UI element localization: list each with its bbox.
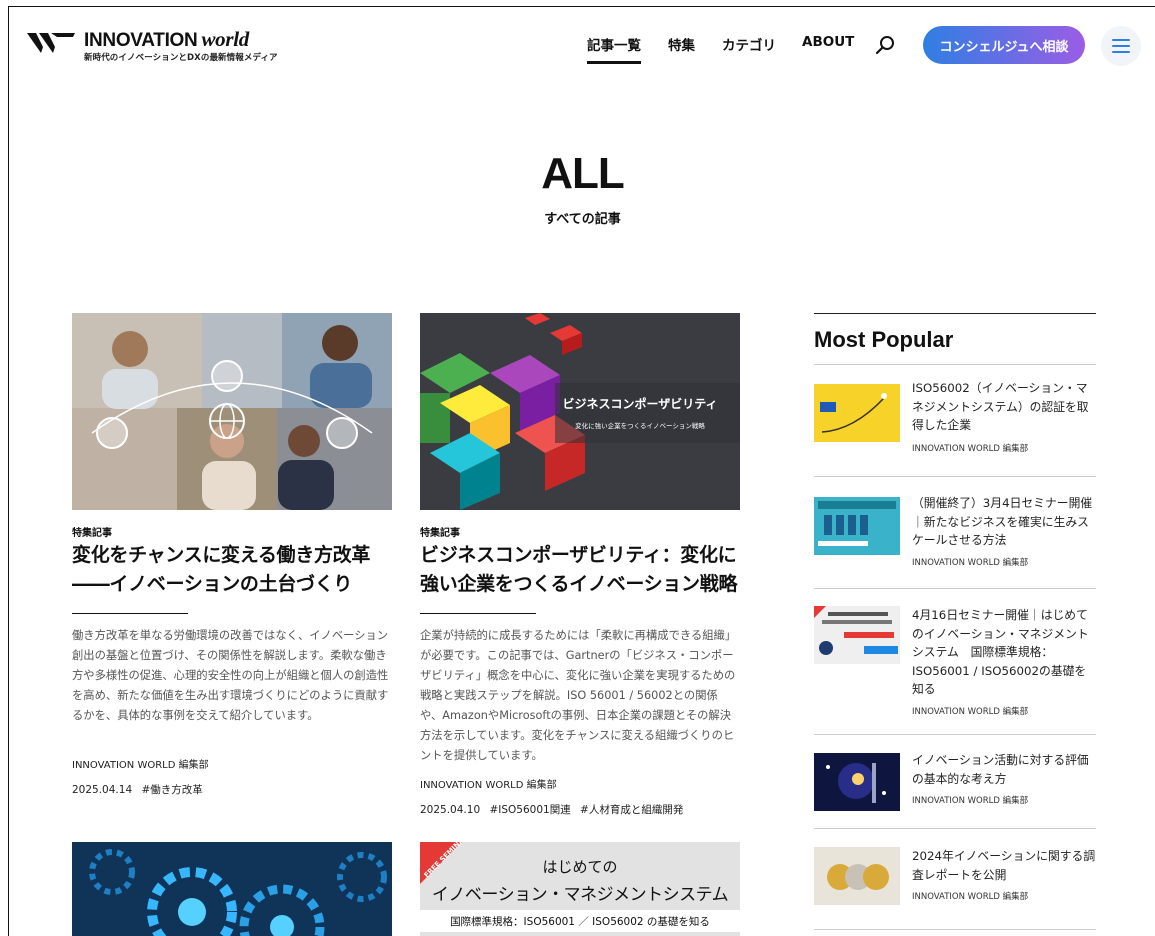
article-author[interactable]: INNOVATION WORLD 編集部 [420, 776, 557, 791]
article-meta: 2025.04.10 #ISO56001関連 #人材育成と組織開発 [420, 802, 689, 817]
nav-features[interactable]: 特集 [668, 34, 695, 54]
brand-logo-icon[interactable] [27, 33, 75, 53]
popular-item-title[interactable]: ISO56002（イノベーション・マネジメントシステム）の認証を取得した企業 [912, 379, 1096, 435]
article-category[interactable]: 特集記事 [72, 524, 112, 539]
article-card[interactable]: FREE SEMINAR はじめての イノベーション・マネジメントシステム 国際… [420, 842, 740, 936]
nav-articles[interactable]: 記事一覧 [587, 34, 641, 64]
seminar-announcement-image [814, 606, 900, 664]
article-meta: 2025.04.14 #働き方改革 [72, 782, 209, 797]
search-icon[interactable] [875, 34, 897, 56]
article-date: 2025.04.14 [72, 784, 133, 796]
divider [72, 613, 188, 614]
divider [814, 364, 1096, 365]
popular-item[interactable]: （開催終了）3月4日セミナー開催｜新たなビジネスを確実に生みスケールさせる方法 … [814, 494, 1096, 584]
brand-name[interactable]: INNOVATION world [84, 27, 249, 52]
article-excerpt: 働き方改革を単なる労働環境の改善ではなく、イノベーション創出の基盤と位置づけ、そ… [72, 629, 389, 722]
article-tag[interactable]: #働き方改革 [141, 784, 202, 796]
nav-categories[interactable]: カテゴリ [722, 34, 776, 54]
article-excerpt: 企業が持続的に成長するためには「柔軟に再構成できる組織」が必要です。この記事では… [420, 629, 737, 762]
popular-item-author[interactable]: INNOVATION WORLD 編集部 [912, 705, 1028, 717]
page-subtitle: すべての記事 [544, 212, 621, 227]
hamburger-menu-icon [1112, 39, 1130, 53]
article-title[interactable]: 変化をチャンスに変える働き方改革 ――イノベーションの土台づくり [72, 541, 392, 599]
popular-item-author[interactable]: INNOVATION WORLD 編集部 [912, 556, 1028, 568]
popular-item-author[interactable]: INNOVATION WORLD 編集部 [912, 794, 1028, 806]
divider [814, 588, 1096, 589]
article-tag[interactable]: #人材育成と組織開発 [580, 804, 683, 816]
popular-item-thumbnail[interactable] [814, 847, 900, 905]
divider [814, 929, 1096, 930]
iso-certification-image [814, 384, 900, 442]
divider [814, 828, 1096, 829]
survey-2024-image [814, 847, 900, 905]
divider [420, 613, 536, 614]
thumbnail-headline: はじめての [542, 858, 618, 876]
popular-item-thumbnail[interactable] [814, 753, 900, 811]
popular-item[interactable]: ISO56002（イノベーション・マネジメントシステム）の認証を取得した企業 I… [814, 379, 1096, 469]
article-card[interactable]: 特集記事 変化をチャンスに変える働き方改革 ――イノベーションの土台づくり 働き… [72, 313, 392, 813]
popular-item-title[interactable]: イノベーション活動に対する評価の基本的な考え方 [912, 751, 1096, 788]
popular-item-title[interactable]: （開催終了）3月4日セミナー開催｜新たなビジネスを確実に生みスケールさせる方法 [912, 494, 1096, 550]
seminar-banner-image [814, 497, 900, 555]
article-thumbnail[interactable]: ビジネスコンポーザビリティ 変化に強い企業をつくるイノベーション戦略 [420, 313, 740, 510]
page-title: ALL [541, 149, 625, 198]
article-author[interactable]: INNOVATION WORLD 編集部 [72, 756, 209, 771]
sidebar-top-rule [814, 313, 1096, 314]
popular-item-title[interactable]: 4月16日セミナー開催｜はじめてのイノベーション・マネジメントシステム 国際標準… [912, 606, 1096, 699]
brand-tagline: 新時代のイノベーションとDXの最新情報メディア [84, 53, 278, 63]
most-popular-heading: Most Popular [814, 327, 954, 352]
divider [814, 476, 1096, 477]
article-title[interactable]: ビジネスコンポーザビリティ：変化に 強い企業をつくるイノベーション戦略 [420, 541, 750, 599]
gears-technology-image [72, 842, 392, 936]
article-tag[interactable]: #ISO56001関連 [489, 804, 570, 816]
menu-button[interactable] [1101, 26, 1141, 66]
popular-item-thumbnail[interactable] [814, 606, 900, 664]
popular-item-author[interactable]: INNOVATION WORLD 編集部 [912, 890, 1028, 902]
article-card[interactable] [72, 842, 392, 936]
site-header: INNOVATION world 新時代のイノベーションとDXの最新情報メディア … [9, 7, 1155, 83]
concierge-consult-button[interactable]: コンシェルジュへ相談 [923, 26, 1085, 64]
article-date: 2025.04.10 [420, 804, 481, 816]
popular-item[interactable]: イノベーション活動に対する評価の基本的な考え方 INNOVATION WORLD… [814, 751, 1096, 821]
thumbnail-headline: イノベーション・マネジメントシステム [431, 885, 729, 905]
thumbnail-subline: 変化に強い企業をつくるイノベーション戦略 [575, 422, 705, 430]
evaluation-abstract-image [814, 753, 900, 811]
thumbnail-headline: ビジネスコンポーザビリティ [562, 397, 718, 411]
remote-work-video-call-image [72, 313, 392, 510]
article-thumbnail[interactable]: FREE SEMINAR はじめての イノベーション・マネジメントシステム 国際… [420, 842, 740, 936]
popular-item-thumbnail[interactable] [814, 497, 900, 555]
divider [814, 734, 1096, 735]
article-thumbnail[interactable] [72, 313, 392, 510]
popular-item[interactable]: 4月16日セミナー開催｜はじめてのイノベーション・マネジメントシステム 国際標準… [814, 606, 1096, 717]
nav-about[interactable]: ABOUT [802, 34, 854, 50]
popular-item[interactable]: 2024年イノベーションに関する調査レポートを公開 INNOVATION WOR… [814, 847, 1096, 917]
popular-item-title[interactable]: 2024年イノベーションに関する調査レポートを公開 [912, 847, 1096, 884]
thumbnail-subline: 国際標準規格：ISO56001 ／ ISO56002 の基礎を知る [450, 916, 710, 928]
article-card[interactable]: ビジネスコンポーザビリティ 変化に強い企業をつくるイノベーション戦略 特集記事 … [420, 313, 740, 816]
popular-item-thumbnail[interactable] [814, 384, 900, 442]
article-thumbnail[interactable] [72, 842, 392, 936]
page-frame: INNOVATION world 新時代のイノベーションとDXの最新情報メディア … [8, 6, 1155, 936]
article-category[interactable]: 特集記事 [420, 524, 460, 539]
popular-item-author[interactable]: INNOVATION WORLD 編集部 [912, 442, 1028, 454]
